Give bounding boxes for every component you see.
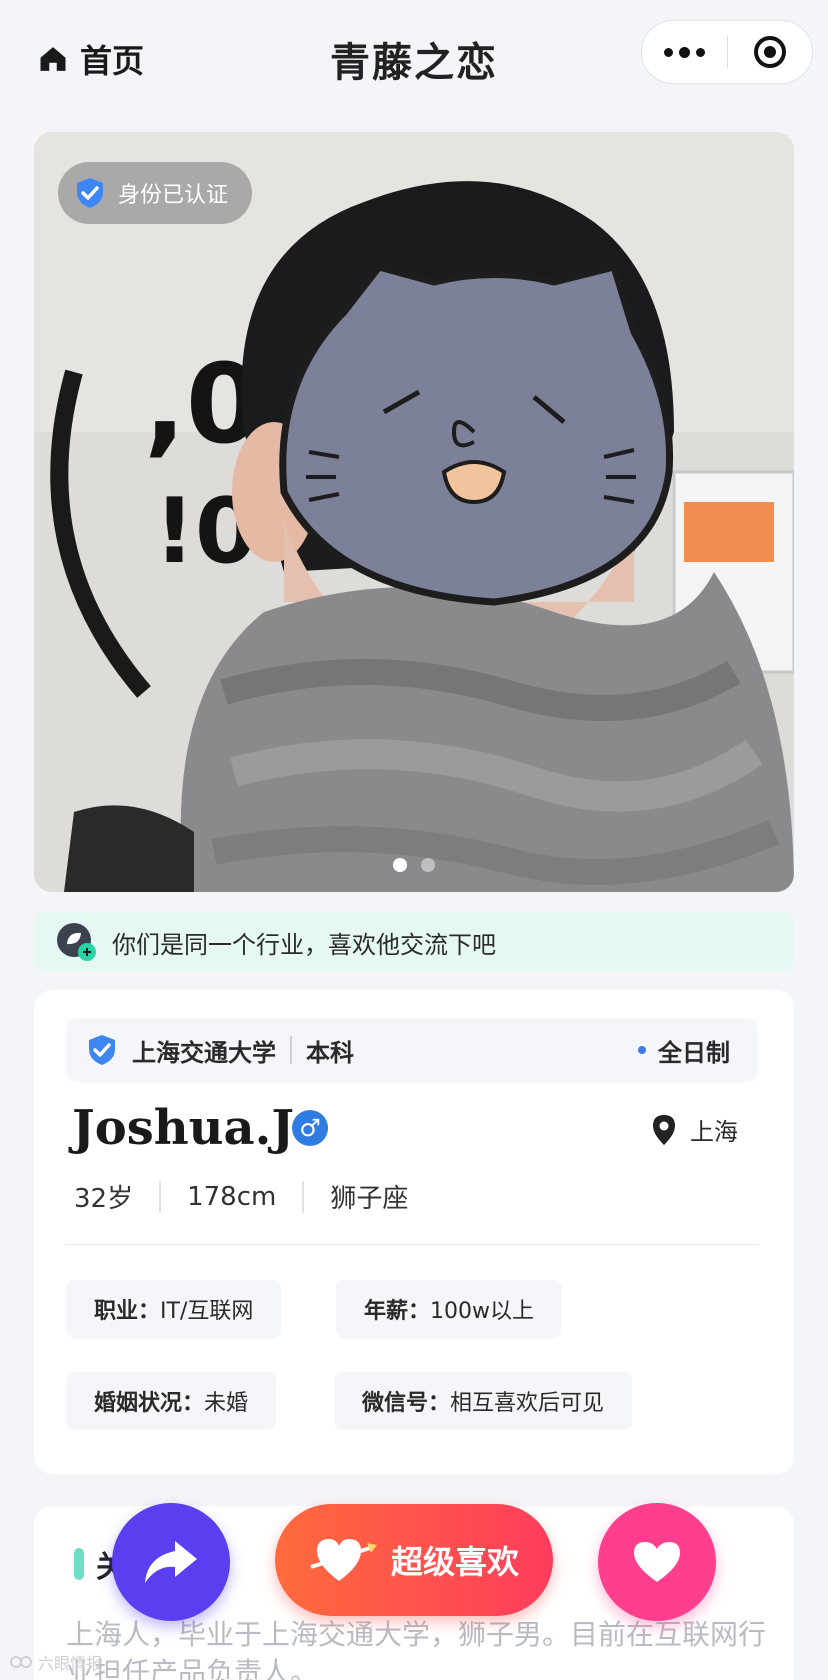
more-dots-icon <box>695 47 705 57</box>
tag-value: 100w以上 <box>430 1299 535 1324</box>
verified-label: 身份已认证 <box>118 183 229 208</box>
carousel-indicator <box>34 858 794 872</box>
male-gender-icon: ♂ <box>292 1110 328 1146</box>
section-accent-bar <box>74 1548 84 1580</box>
location-pin-icon <box>653 1114 675 1145</box>
identity-verified-badge: 身份已认证 <box>58 162 253 224</box>
profile-photo-carousel[interactable]: ,0 !0 身份已认证 <box>34 132 794 892</box>
tag-marital-status: 婚姻状况： 未婚 <box>66 1372 277 1430</box>
super-like-label: 超级喜欢 <box>390 1543 519 1581</box>
cat-face-sticker <box>279 263 674 606</box>
tip-text: 你们是同一个行业，喜欢他交流下吧 <box>112 930 496 959</box>
degree: 本科 <box>306 1038 354 1067</box>
zodiac: 狮子座 <box>330 1184 409 1214</box>
more-dots-icon <box>678 46 690 58</box>
education-verified-icon <box>89 1035 115 1065</box>
heart-icon <box>634 1542 680 1582</box>
study-mode-label: 全日制 <box>658 1038 730 1067</box>
target-circle-icon <box>753 36 786 68</box>
tag-value: IT/互联网 <box>160 1299 254 1324</box>
watermark-logo-icon <box>10 1656 32 1668</box>
stats-divider <box>159 1180 162 1213</box>
watermark: 六眼情报 <box>10 1650 102 1674</box>
tag-value: 未婚 <box>204 1391 249 1416</box>
close-mini-program-button[interactable] <box>728 20 813 84</box>
tag-value: 相互喜欢后可见 <box>450 1391 605 1416</box>
watermark-text: 六眼情报 <box>38 1654 103 1673</box>
verified-shield-icon <box>77 178 103 208</box>
profile-info-card: 上海交通大学 本科 全日制 Joshua.J ♂ 上海 32岁 178cm 狮子… <box>34 990 794 1474</box>
more-menu-button[interactable] <box>642 20 727 84</box>
stats-divider <box>302 1180 305 1213</box>
tag-key: 年薪： <box>364 1299 431 1324</box>
location-label: 上海 <box>690 1118 738 1146</box>
user-name: Joshua.J <box>72 1100 295 1156</box>
tag-key: 微信号： <box>362 1391 451 1416</box>
like-button[interactable] <box>598 1503 716 1621</box>
tag-key: 婚姻状况： <box>94 1391 205 1416</box>
more-dots-icon <box>663 47 673 57</box>
edu-divider <box>290 1036 292 1064</box>
education-row: 上海交通大学 本科 全日制 <box>66 1018 758 1082</box>
location: 上海 <box>652 1112 738 1147</box>
study-mode: 全日制 <box>638 1018 730 1082</box>
height: 178cm <box>187 1181 277 1212</box>
age: 32岁 <box>74 1184 134 1214</box>
bullet-icon <box>638 1046 646 1054</box>
tag-wechat: 微信号： 相互喜欢后可见 <box>334 1372 633 1430</box>
tag-occupation: 职业： IT/互联网 <box>66 1280 282 1338</box>
school-name: 上海交通大学 <box>132 1038 276 1067</box>
carousel-dot-active[interactable] <box>393 858 407 872</box>
mini-program-capsule <box>641 20 813 84</box>
tag-salary: 年薪： 100w以上 <box>336 1280 563 1338</box>
tag-key: 职业： <box>94 1299 161 1324</box>
share-arrow-icon <box>145 1541 197 1583</box>
profile-photo: ,0 !0 <box>34 132 794 892</box>
heart-arrow-icon <box>310 1539 377 1581</box>
top-bar: 首页 青藤之恋 <box>0 0 828 110</box>
same-industry-tip: 你们是同一个行业，喜欢他交流下吧 <box>34 912 794 972</box>
basic-stats: 32岁 178cm 狮子座 <box>74 1178 408 1215</box>
about-text: 上海人，毕业于上海交通大学，狮子男。目前在互联网行业担任产品负责人。 <box>66 1618 767 1680</box>
super-like-button[interactable]: 超级喜欢 <box>275 1504 553 1616</box>
carousel-dot[interactable] <box>421 858 435 872</box>
share-button[interactable] <box>112 1503 230 1621</box>
section-divider <box>66 1244 758 1245</box>
chat-leaf-icon <box>57 923 96 961</box>
